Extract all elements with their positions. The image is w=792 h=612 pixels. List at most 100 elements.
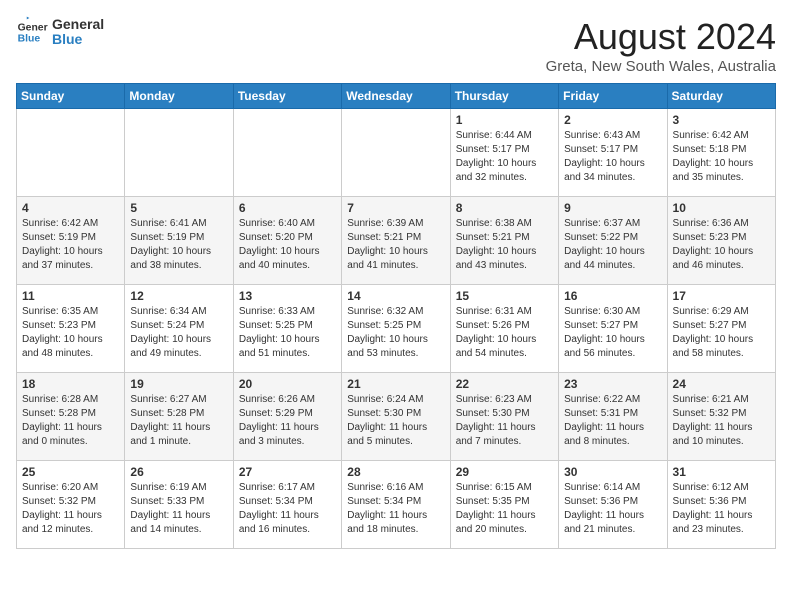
day-info: Sunrise: 6:20 AM Sunset: 5:32 PM Dayligh… [22,481,119,537]
day-info: Sunrise: 6:36 AM Sunset: 5:23 PM Dayligh… [673,217,770,273]
title-block: August 2024 Greta, New South Wales, Aust… [546,16,776,75]
page-header: General Blue General Blue August 2024 Gr… [16,16,776,75]
day-number: 21 [347,377,444,391]
col-header-tuesday: Tuesday [233,84,341,109]
day-number: 25 [22,465,119,479]
day-number: 2 [564,113,661,127]
day-info: Sunrise: 6:31 AM Sunset: 5:26 PM Dayligh… [456,305,553,361]
month-year-title: August 2024 [546,16,776,58]
calendar-cell: 14 Sunrise: 6:32 AM Sunset: 5:25 PM Dayli… [342,285,450,373]
day-number: 15 [456,289,553,303]
calendar-cell: 31Sunrise: 6:12 AM Sunset: 5:36 PM Dayli… [667,461,775,549]
calendar-table: SundayMondayTuesdayWednesdayThursdayFrid… [16,83,776,549]
calendar-cell: 1 Sunrise: 6:44 AM Sunset: 5:17 PM Daylig… [450,109,558,197]
day-number: 7 [347,201,444,215]
calendar-cell: 13Sunrise: 6:33 AM Sunset: 5:25 PM Dayli… [233,285,341,373]
day-info: Sunrise: 6:42 AM Sunset: 5:19 PM Dayligh… [22,217,119,273]
day-number: 23 [564,377,661,391]
calendar-cell: 2 Sunrise: 6:43 AM Sunset: 5:17 PM Daylig… [559,109,667,197]
day-info: Sunrise: 6:12 AM Sunset: 5:36 PM Dayligh… [673,481,770,537]
day-number: 20 [239,377,336,391]
day-number: 8 [456,201,553,215]
day-info: Sunrise: 6:43 AM Sunset: 5:17 PM Dayligh… [564,129,661,185]
day-info: Sunrise: 6:30 AM Sunset: 5:27 PM Dayligh… [564,305,661,361]
day-info: Sunrise: 6:21 AM Sunset: 5:32 PM Dayligh… [673,393,770,449]
day-number: 22 [456,377,553,391]
calendar-cell: 24 Sunrise: 6:21 AM Sunset: 5:32 PM Dayli… [667,373,775,461]
day-number: 26 [130,465,227,479]
calendar-cell: 22 Sunrise: 6:23 AM Sunset: 5:30 PM Dayli… [450,373,558,461]
day-info: Sunrise: 6:37 AM Sunset: 5:22 PM Dayligh… [564,217,661,273]
calendar-cell: 29 Sunrise: 6:15 AM Sunset: 5:35 PM Dayli… [450,461,558,549]
week-row-1: 4 Sunrise: 6:42 AM Sunset: 5:19 PM Daylig… [17,197,776,285]
calendar-cell: 18 Sunrise: 6:28 AM Sunset: 5:28 PM Dayli… [17,373,125,461]
calendar-cell: 19Sunrise: 6:27 AM Sunset: 5:28 PM Dayli… [125,373,233,461]
day-info: Sunrise: 6:26 AM Sunset: 5:29 PM Dayligh… [239,393,336,449]
day-info: Sunrise: 6:23 AM Sunset: 5:30 PM Dayligh… [456,393,553,449]
calendar-cell: 6 Sunrise: 6:40 AM Sunset: 5:20 PM Daylig… [233,197,341,285]
calendar-cell: 28Sunrise: 6:16 AM Sunset: 5:34 PM Dayli… [342,461,450,549]
calendar-cell: 20 Sunrise: 6:26 AM Sunset: 5:29 PM Dayli… [233,373,341,461]
calendar-cell: 10 Sunrise: 6:36 AM Sunset: 5:23 PM Dayli… [667,197,775,285]
calendar-cell [233,109,341,197]
col-header-sunday: Sunday [17,84,125,109]
day-number: 5 [130,201,227,215]
day-number: 18 [22,377,119,391]
day-info: Sunrise: 6:19 AM Sunset: 5:33 PM Dayligh… [130,481,227,537]
day-number: 1 [456,113,553,127]
calendar-cell: 3Sunrise: 6:42 AM Sunset: 5:18 PM Daylig… [667,109,775,197]
svg-text:General: General [18,22,48,33]
day-info: Sunrise: 6:42 AM Sunset: 5:18 PM Dayligh… [673,129,770,185]
day-info: Sunrise: 6:24 AM Sunset: 5:30 PM Dayligh… [347,393,444,449]
day-number: 28 [347,465,444,479]
calendar-cell [342,109,450,197]
location-subtitle: Greta, New South Wales, Australia [546,58,776,75]
day-info: Sunrise: 6:17 AM Sunset: 5:34 PM Dayligh… [239,481,336,537]
calendar-cell: 30Sunrise: 6:14 AM Sunset: 5:36 PM Dayli… [559,461,667,549]
day-info: Sunrise: 6:27 AM Sunset: 5:28 PM Dayligh… [130,393,227,449]
calendar-cell: 5 Sunrise: 6:41 AM Sunset: 5:19 PM Daylig… [125,197,233,285]
logo: General Blue General Blue [16,16,104,48]
day-number: 14 [347,289,444,303]
calendar-cell: 21 Sunrise: 6:24 AM Sunset: 5:30 PM Dayli… [342,373,450,461]
calendar-cell: 25 Sunrise: 6:20 AM Sunset: 5:32 PM Dayli… [17,461,125,549]
week-row-0: 1 Sunrise: 6:44 AM Sunset: 5:17 PM Daylig… [17,109,776,197]
day-info: Sunrise: 6:14 AM Sunset: 5:36 PM Dayligh… [564,481,661,537]
day-number: 4 [22,201,119,215]
day-number: 6 [239,201,336,215]
day-number: 10 [673,201,770,215]
calendar-cell [17,109,125,197]
day-number: 24 [673,377,770,391]
day-info: Sunrise: 6:44 AM Sunset: 5:17 PM Dayligh… [456,129,553,185]
day-info: Sunrise: 6:32 AM Sunset: 5:25 PM Dayligh… [347,305,444,361]
logo-blue: Blue [52,32,104,47]
calendar-cell: 23 Sunrise: 6:22 AM Sunset: 5:31 PM Dayli… [559,373,667,461]
day-number: 9 [564,201,661,215]
logo-icon: General Blue [16,16,48,48]
day-info: Sunrise: 6:41 AM Sunset: 5:19 PM Dayligh… [130,217,227,273]
day-number: 12 [130,289,227,303]
calendar-cell: 9 Sunrise: 6:37 AM Sunset: 5:22 PM Daylig… [559,197,667,285]
day-info: Sunrise: 6:39 AM Sunset: 5:21 PM Dayligh… [347,217,444,273]
day-info: Sunrise: 6:28 AM Sunset: 5:28 PM Dayligh… [22,393,119,449]
day-number: 11 [22,289,119,303]
day-info: Sunrise: 6:38 AM Sunset: 5:21 PM Dayligh… [456,217,553,273]
day-info: Sunrise: 6:40 AM Sunset: 5:20 PM Dayligh… [239,217,336,273]
col-header-friday: Friday [559,84,667,109]
day-number: 29 [456,465,553,479]
calendar-cell [125,109,233,197]
logo-general: General [52,17,104,32]
calendar-cell: 16 Sunrise: 6:30 AM Sunset: 5:27 PM Dayli… [559,285,667,373]
calendar-cell: 11 Sunrise: 6:35 AM Sunset: 5:23 PM Dayli… [17,285,125,373]
calendar-cell: 26 Sunrise: 6:19 AM Sunset: 5:33 PM Dayli… [125,461,233,549]
day-info: Sunrise: 6:22 AM Sunset: 5:31 PM Dayligh… [564,393,661,449]
day-info: Sunrise: 6:33 AM Sunset: 5:25 PM Dayligh… [239,305,336,361]
day-number: 27 [239,465,336,479]
day-info: Sunrise: 6:34 AM Sunset: 5:24 PM Dayligh… [130,305,227,361]
day-info: Sunrise: 6:15 AM Sunset: 5:35 PM Dayligh… [456,481,553,537]
day-number: 17 [673,289,770,303]
calendar-cell: 4 Sunrise: 6:42 AM Sunset: 5:19 PM Daylig… [17,197,125,285]
day-number: 16 [564,289,661,303]
calendar-cell: 17Sunrise: 6:29 AM Sunset: 5:27 PM Dayli… [667,285,775,373]
day-info: Sunrise: 6:35 AM Sunset: 5:23 PM Dayligh… [22,305,119,361]
